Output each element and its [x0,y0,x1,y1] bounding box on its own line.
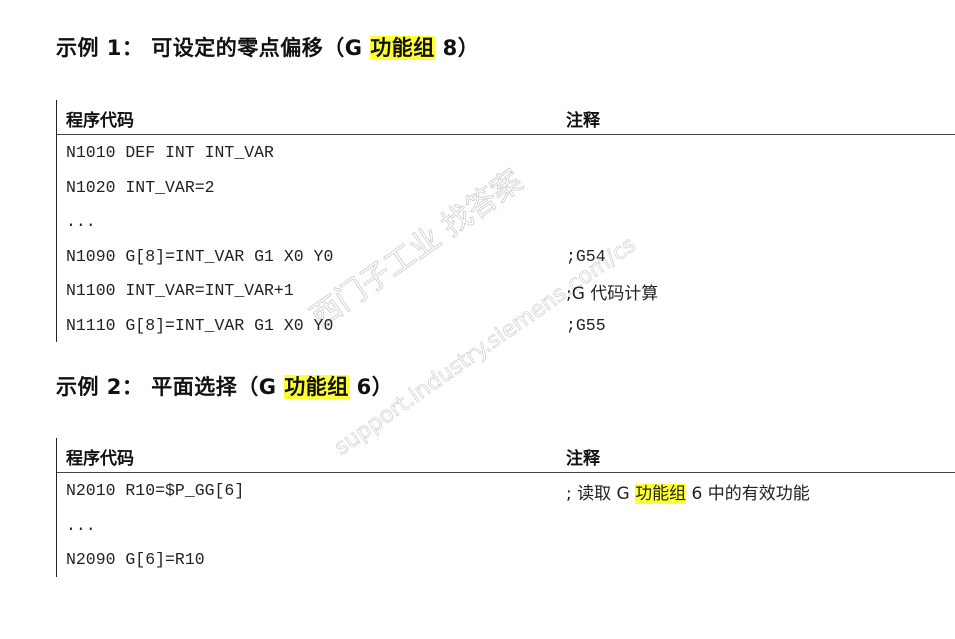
example-1-table: 程序代码 注释 N1010 DEF INT INT_VAR N1020 INT_… [56,100,955,342]
example-2-title-highlight: 功能组 [284,375,349,399]
code-cell: ... [66,515,96,535]
example-1-title-suffix: 8） [434,36,480,60]
code-cell: N2090 G[6]=R10 [66,550,205,569]
example-1-title-highlight: 功能组 [370,36,435,60]
comment-prefix: ; 读取 G [566,484,636,504]
code-cell: N1020 INT_VAR=2 [66,177,215,197]
example-2-title-prefix: 示例 2： 平面选择（G [56,375,285,399]
example-1-title-prefix: 示例 1： 可设定的零点偏移（G [56,36,371,60]
header-code: 程序代码 [66,111,134,131]
table-row: N1100 INT_VAR=INT_VAR+1 ;G 代码计算 [57,273,955,308]
comment-suffix: 6 中的有效功能 [686,484,810,504]
code-cell: N1010 DEF INT INT_VAR [66,143,274,162]
example-2-table: 程序代码 注释 N2010 R10=$P_GG[6] ; 读取 G 功能组 6 … [56,438,955,577]
table-row: N1090 G[8]=INT_VAR G1 X0 Y0 ;G54 [57,239,955,274]
code-cell: N1110 G[8]=INT_VAR G1 X0 Y0 [66,315,334,335]
header-comment: 注释 [566,449,600,469]
table-row: N1110 G[8]=INT_VAR G1 X0 Y0 ;G55 [57,308,955,343]
table-row: N2090 G[6]=R10 [57,542,955,577]
table-header: 程序代码 注释 [57,100,955,135]
comment-cell: ;G54 [566,246,606,266]
table-row: N1010 DEF INT INT_VAR [57,135,955,170]
comment-cell: ; 读取 G 功能组 6 中的有效功能 [566,479,810,504]
table-row: ... [57,508,955,543]
code-cell: N2010 R10=$P_GG[6] [66,481,245,500]
comment-cell: ;G 代码计算 [566,284,659,304]
table-row: N1020 INT_VAR=2 [57,170,955,205]
example-1-title: 示例 1： 可设定的零点偏移（G 功能组 8） [56,32,479,62]
header-comment: 注释 [566,111,600,131]
code-cell: ... [66,212,96,231]
comment-cell: ;G55 [566,315,606,335]
code-cell: N1090 G[8]=INT_VAR G1 X0 Y0 [66,246,334,266]
table-header: 程序代码 注释 [57,438,955,473]
table-row: N2010 R10=$P_GG[6] ; 读取 G 功能组 6 中的有效功能 [57,473,955,508]
example-2-title: 示例 2： 平面选择（G 功能组 6） [56,371,393,401]
code-cell: N1100 INT_VAR=INT_VAR+1 [66,281,294,300]
table-row: ... [57,204,955,239]
header-code: 程序代码 [66,449,134,469]
example-2-title-suffix: 6） [348,375,394,399]
comment-highlight: 功能组 [635,484,687,504]
